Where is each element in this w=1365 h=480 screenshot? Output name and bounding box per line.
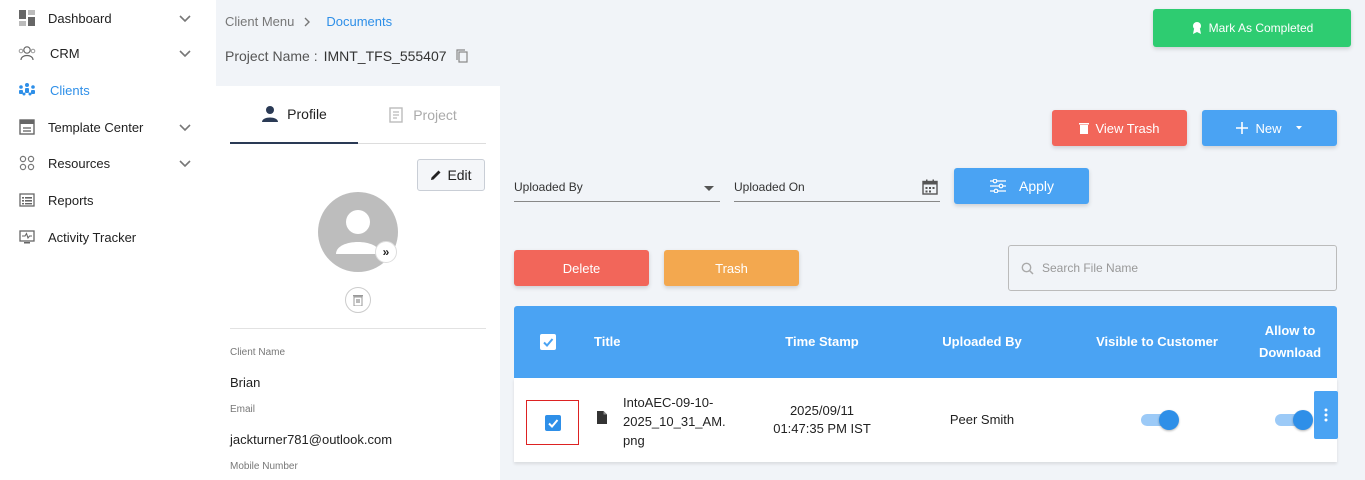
- column-visible-to-customer[interactable]: Visible to Customer: [1089, 306, 1225, 378]
- sidebar-item-activity-tracker[interactable]: Activity Tracker: [0, 219, 216, 255]
- check-icon: [543, 338, 554, 347]
- tab-profile[interactable]: Profile: [230, 86, 358, 144]
- trash-button[interactable]: Trash: [664, 250, 799, 286]
- apply-button[interactable]: Apply: [954, 168, 1089, 204]
- sidebar-item-label: Reports: [48, 192, 94, 208]
- sidebar-item-label: Dashboard: [48, 10, 112, 26]
- avatar-expand-icon[interactable]: »: [375, 241, 397, 263]
- uploaded-by-select[interactable]: Uploaded By: [514, 172, 720, 202]
- row-checkbox[interactable]: [526, 400, 579, 445]
- sidebar: Dashboard CRM Clients Template Center Re…: [0, 0, 216, 480]
- sidebar-item-reports[interactable]: Reports: [0, 182, 216, 218]
- project-name-value: IMNT_TFS_555407: [323, 48, 447, 64]
- mark-as-completed-button[interactable]: Mark As Completed: [1153, 9, 1351, 47]
- sidebar-item-label: Activity Tracker: [48, 229, 137, 245]
- sidebar-item-label: Clients: [50, 82, 90, 98]
- dashboard-icon: [18, 9, 36, 27]
- sidebar-item-template-center[interactable]: Template Center: [0, 109, 216, 145]
- plus-icon: [1236, 122, 1249, 134]
- template-icon: [18, 118, 36, 136]
- uploaded-by: Peer Smith: [949, 412, 1015, 427]
- reports-icon: [18, 191, 36, 209]
- delete-avatar-icon[interactable]: [345, 287, 371, 313]
- sidebar-item-label: Template Center: [48, 119, 144, 135]
- uploaded-on-date-field[interactable]: Uploaded On: [734, 172, 940, 202]
- more-options-button[interactable]: [1314, 391, 1338, 439]
- profile-panel: Profile Project Edit » Client Name Brian…: [216, 86, 500, 480]
- search-box: [1008, 245, 1337, 291]
- mobile-number-label: Mobile Number: [230, 461, 298, 472]
- sidebar-item-label: CRM: [50, 45, 80, 61]
- file-title[interactable]: IntoAEC-09-10- 2025_10_31_AM. png: [623, 393, 726, 450]
- project-name: Project Name : IMNT_TFS_555407: [225, 48, 469, 64]
- email-value: jackturner781@outlook.com: [230, 432, 393, 447]
- clients-icon: [18, 81, 36, 99]
- crm-icon: [18, 44, 36, 62]
- breadcrumb: Client Menu Documents: [225, 14, 392, 29]
- client-name-value: Brian: [230, 375, 261, 390]
- resources-icon: [18, 154, 36, 172]
- chevron-down-icon: [179, 50, 191, 58]
- sidebar-item-clients[interactable]: Clients: [0, 72, 216, 108]
- sidebar-item-crm[interactable]: CRM: [0, 35, 216, 71]
- caret-down-icon: [704, 186, 714, 191]
- trash-icon: [1079, 123, 1090, 134]
- chevron-down-icon: [179, 160, 191, 168]
- client-name-label: Client Name: [230, 347, 286, 358]
- column-timestamp[interactable]: Time Stamp: [772, 306, 872, 378]
- caret-down-icon: [1295, 126, 1302, 130]
- delete-button[interactable]: Delete: [514, 250, 649, 286]
- column-title[interactable]: Title: [594, 306, 621, 378]
- check-icon: [547, 418, 558, 428]
- edit-button[interactable]: Edit: [417, 159, 485, 191]
- pencil-icon: [431, 170, 441, 180]
- scrollbar[interactable]: [1359, 0, 1365, 480]
- sidebar-item-dashboard[interactable]: Dashboard: [0, 0, 216, 36]
- activity-icon: [18, 228, 36, 246]
- table-header: Title Time Stamp Uploaded By Visible to …: [514, 306, 1337, 378]
- checkbox: [544, 414, 561, 431]
- project-icon: [389, 106, 403, 123]
- view-trash-button[interactable]: View Trash: [1052, 110, 1187, 146]
- copy-icon[interactable]: [455, 48, 469, 64]
- chevron-right-icon: [304, 17, 311, 26]
- divider: [230, 328, 486, 329]
- new-button[interactable]: New: [1202, 110, 1337, 146]
- search-input[interactable]: [1042, 261, 1322, 275]
- filter-sliders-icon: [989, 179, 1006, 193]
- allow-download-toggle[interactable]: [1275, 410, 1313, 430]
- visible-to-customer-toggle[interactable]: [1141, 410, 1179, 430]
- sidebar-item-resources[interactable]: Resources: [0, 145, 216, 181]
- project-name-label: Project Name :: [225, 48, 318, 64]
- tab-project[interactable]: Project: [358, 86, 486, 144]
- table-row: IntoAEC-09-10- 2025_10_31_AM. png 2025/0…: [514, 378, 1338, 462]
- sidebar-item-label: Resources: [48, 155, 111, 171]
- email-label: Email: [230, 404, 256, 415]
- column-uploaded-by[interactable]: Uploaded By: [927, 306, 1037, 378]
- breadcrumb-current[interactable]: Documents: [326, 14, 392, 29]
- column-allow-download[interactable]: Allow to Download: [1249, 306, 1331, 378]
- checkbox: [540, 334, 556, 350]
- file-icon: [597, 411, 607, 424]
- select-all-checkbox[interactable]: [540, 306, 556, 378]
- search-icon: [1021, 262, 1034, 275]
- kebab-icon: [1324, 408, 1328, 422]
- breadcrumb-parent[interactable]: Client Menu: [225, 14, 294, 29]
- calendar-icon[interactable]: [922, 179, 938, 195]
- person-icon: [262, 106, 279, 122]
- chevron-down-icon: [179, 124, 191, 132]
- badge-icon: [1192, 22, 1201, 34]
- chevron-down-icon: [179, 15, 191, 23]
- timestamp: 2025/09/11 01:47:35 PM IST: [773, 403, 871, 436]
